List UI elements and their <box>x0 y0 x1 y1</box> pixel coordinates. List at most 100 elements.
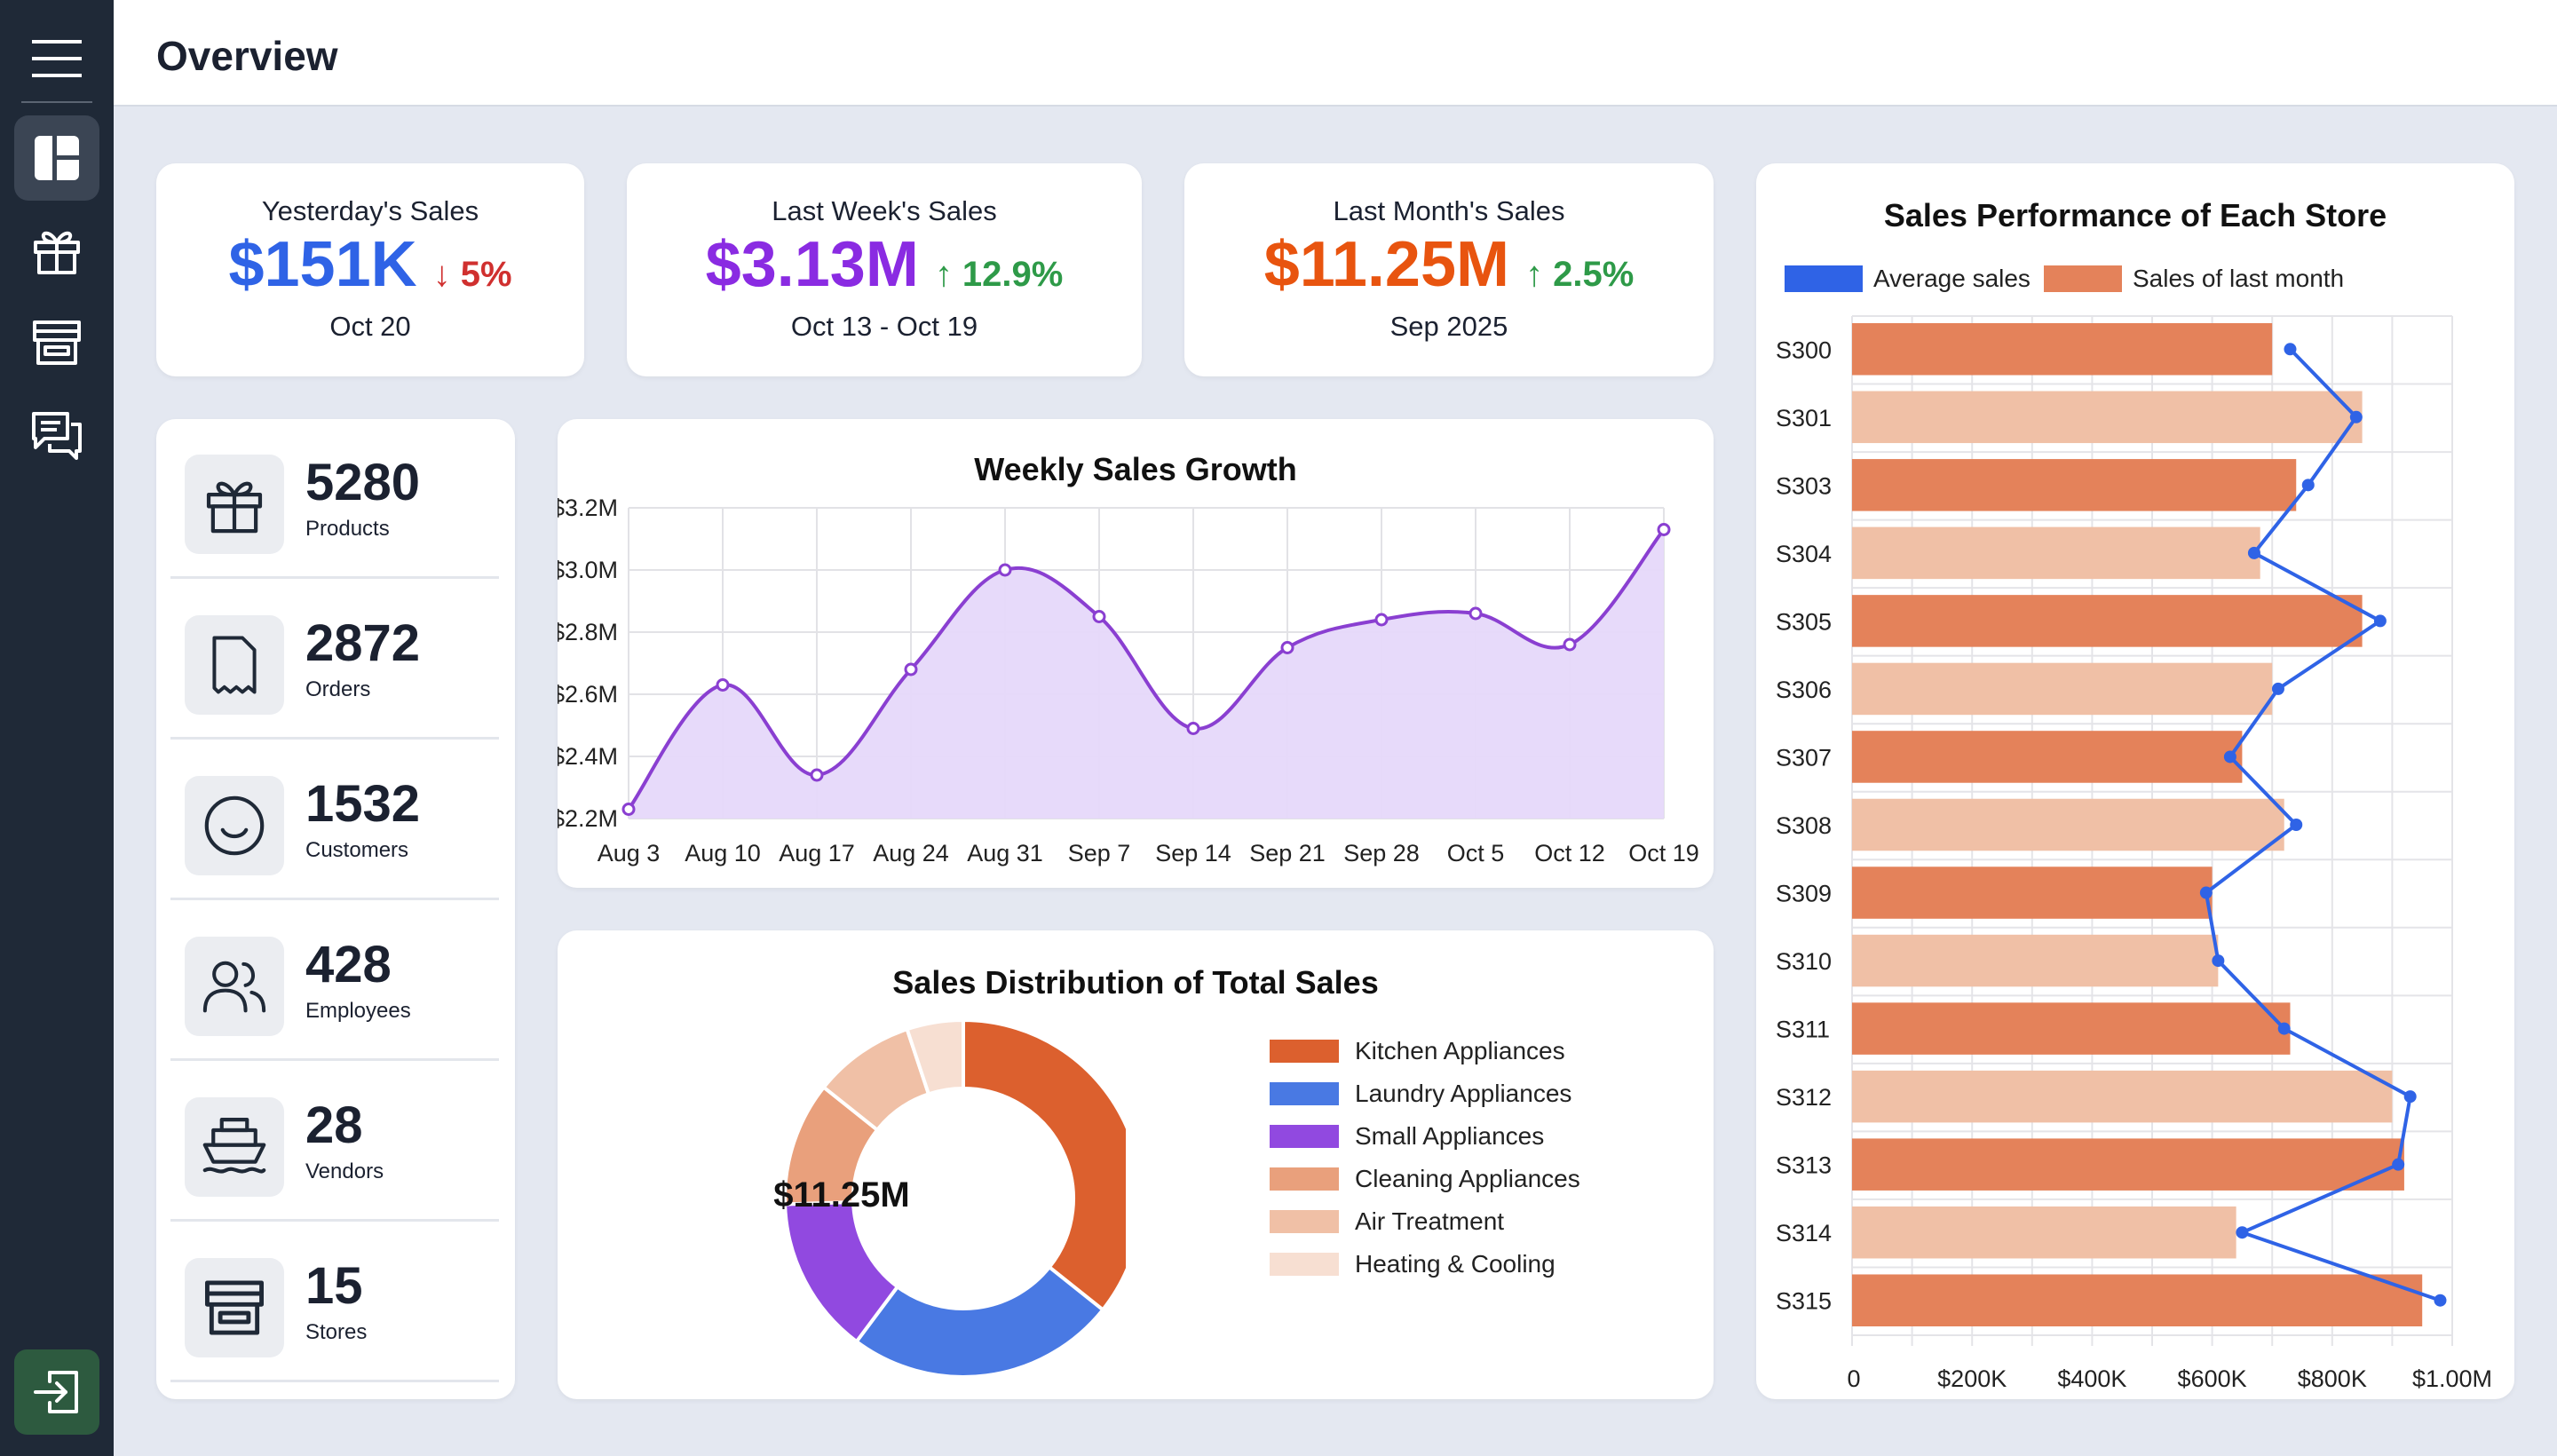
kpi-period: Oct 13 - Oct 19 <box>790 311 978 342</box>
x-tick-label: Aug 24 <box>873 840 949 866</box>
x-tick-label: Sep 21 <box>1249 840 1326 866</box>
bar <box>1852 1206 2236 1259</box>
stat-label: Employees <box>305 999 411 1023</box>
store-performance-chart: 0 $200K $400K $600K $800K $1.00M S300 S301 S303 S… <box>1776 315 2492 1392</box>
x-tick-label: $400K <box>2057 1365 2126 1392</box>
weekly-sales-card: Weekly Sales Growth $2.2M $2.4M $2.6M $2.8M… <box>558 419 1714 888</box>
data-point <box>1468 606 1483 621</box>
stat-vendors[interactable]: 28 Vendors <box>170 1062 499 1222</box>
x-tick-label: Aug 17 <box>779 840 855 866</box>
bar <box>1852 1138 2404 1191</box>
data-point <box>1186 722 1200 735</box>
menu-button[interactable] <box>18 20 96 98</box>
stat-label: Products <box>305 517 390 541</box>
legend-label: Air Treatment <box>1355 1207 1505 1235</box>
y-tick-label: S311 <box>1776 1017 1830 1043</box>
stat-label: Orders <box>305 677 371 701</box>
stat-label: Stores <box>305 1320 368 1344</box>
stat-number: 2872 <box>305 614 421 672</box>
stat-number: 28 <box>305 1096 363 1154</box>
data-point <box>2271 682 2284 695</box>
data-point <box>716 678 730 692</box>
data-point <box>810 768 824 782</box>
kpi-label: Yesterday's Sales <box>261 195 479 226</box>
pie-slice <box>962 1017 1126 1313</box>
x-tick-label: $600K <box>2178 1365 2247 1392</box>
legend-item: Kitchen Appliances <box>1270 1037 1565 1065</box>
gift-icon <box>206 481 263 534</box>
x-tick-label: $1.00M <box>2412 1365 2492 1392</box>
bar <box>1852 459 2297 511</box>
x-tick-label: Oct 19 <box>1628 840 1699 866</box>
y-tick-label: S304 <box>1776 541 1832 567</box>
y-tick-label: S309 <box>1776 881 1832 907</box>
data-point <box>621 803 636 816</box>
legend-item: Air Treatment <box>1270 1207 1504 1236</box>
sales-distribution-card: Sales Distribution of Total Sales $11.25… <box>558 930 1714 1399</box>
sidebar-item-products[interactable] <box>14 208 99 293</box>
weekly-sales-chart: $2.2M $2.4M $2.6M $2.8M $3.0M $3.2M Aug 3 Aug 1… <box>558 495 1699 866</box>
stat-employees[interactable]: 428 Employees <box>170 901 499 1061</box>
kpi-delta: ↓ 5% <box>432 255 512 294</box>
legend-swatch <box>1270 1082 1339 1105</box>
y-tick-label: $2.2M <box>558 805 618 832</box>
legend-label: Kitchen Appliances <box>1355 1037 1565 1064</box>
area-fill <box>629 529 1664 819</box>
stat-number: 428 <box>305 936 392 993</box>
legend-label: Heating & Cooling <box>1355 1250 1556 1278</box>
logout-button[interactable] <box>14 1349 99 1435</box>
kpi-card-last-week: Last Week's Sales $3.13M ↑ 12.9% Oct 13 … <box>627 163 1142 376</box>
kpi-card-last-month: Last Month's Sales $11.25M ↑ 2.5% Sep 20… <box>1184 163 1714 376</box>
data-point <box>2223 750 2236 764</box>
stat-products[interactable]: 5280 Products <box>170 419 499 579</box>
y-tick-label: S307 <box>1776 744 1832 771</box>
stat-label: Vendors <box>305 1159 384 1183</box>
donut-center-label: $11.25M <box>773 1175 910 1215</box>
sidebar-item-messages[interactable] <box>14 392 99 478</box>
sidebar-divider <box>21 101 92 103</box>
header: Overview <box>114 0 2557 107</box>
kpi-card-yesterday: Yesterday's Sales $151K ↓ 5% Oct 20 <box>156 163 584 376</box>
sales-distribution-chart <box>783 1017 1126 1379</box>
y-tick-label: S306 <box>1776 677 1832 703</box>
data-point <box>2277 1022 2291 1035</box>
sidebar-item-dashboard[interactable] <box>14 115 99 201</box>
data-point <box>2236 1226 2249 1239</box>
data-point <box>1374 613 1389 627</box>
kpi-delta: ↑ 2.5% <box>1524 255 1635 294</box>
legend-label: Laundry Appliances <box>1355 1080 1572 1107</box>
sidebar-item-stores[interactable] <box>14 300 99 385</box>
kpi-label: Last Week's Sales <box>772 195 997 226</box>
legend-item: Small Appliances <box>1270 1122 1544 1151</box>
stat-number: 5280 <box>305 454 421 511</box>
hamburger-icon <box>32 40 82 77</box>
ship-icon <box>202 1118 266 1174</box>
y-tick-label: S303 <box>1776 472 1832 499</box>
x-tick-label: Aug 3 <box>598 840 661 866</box>
data-point <box>2434 1294 2447 1307</box>
bar <box>1852 731 2243 783</box>
x-tick-label: $200K <box>1937 1365 2007 1392</box>
x-tick-label: Sep 28 <box>1343 840 1420 866</box>
legend-swatch <box>1270 1125 1339 1148</box>
x-tick-label: Sep 14 <box>1155 840 1231 866</box>
stat-customers[interactable]: 1532 Customers <box>170 740 499 900</box>
x-tick-label: $800K <box>2298 1365 2367 1392</box>
bar <box>1852 798 2284 851</box>
legend-item: Cleaning Appliances <box>1270 1165 1580 1193</box>
bar <box>1852 866 2213 919</box>
y-tick-label: S312 <box>1776 1084 1832 1111</box>
data-point <box>1092 610 1106 623</box>
stat-stores[interactable]: 15 Stores <box>170 1223 499 1382</box>
data-point <box>1657 523 1671 536</box>
y-tick-label: S314 <box>1776 1220 1832 1246</box>
stat-orders[interactable]: 2872 Orders <box>170 580 499 740</box>
data-point <box>904 662 918 677</box>
bar <box>1852 391 2363 444</box>
legend-item: Heating & Cooling <box>1270 1250 1556 1278</box>
kpi-period: Sep 2025 <box>1389 311 1508 342</box>
data-point <box>2247 546 2260 559</box>
y-tick-label: S301 <box>1776 405 1832 431</box>
bar <box>1852 934 2219 987</box>
data-point <box>1563 637 1577 652</box>
